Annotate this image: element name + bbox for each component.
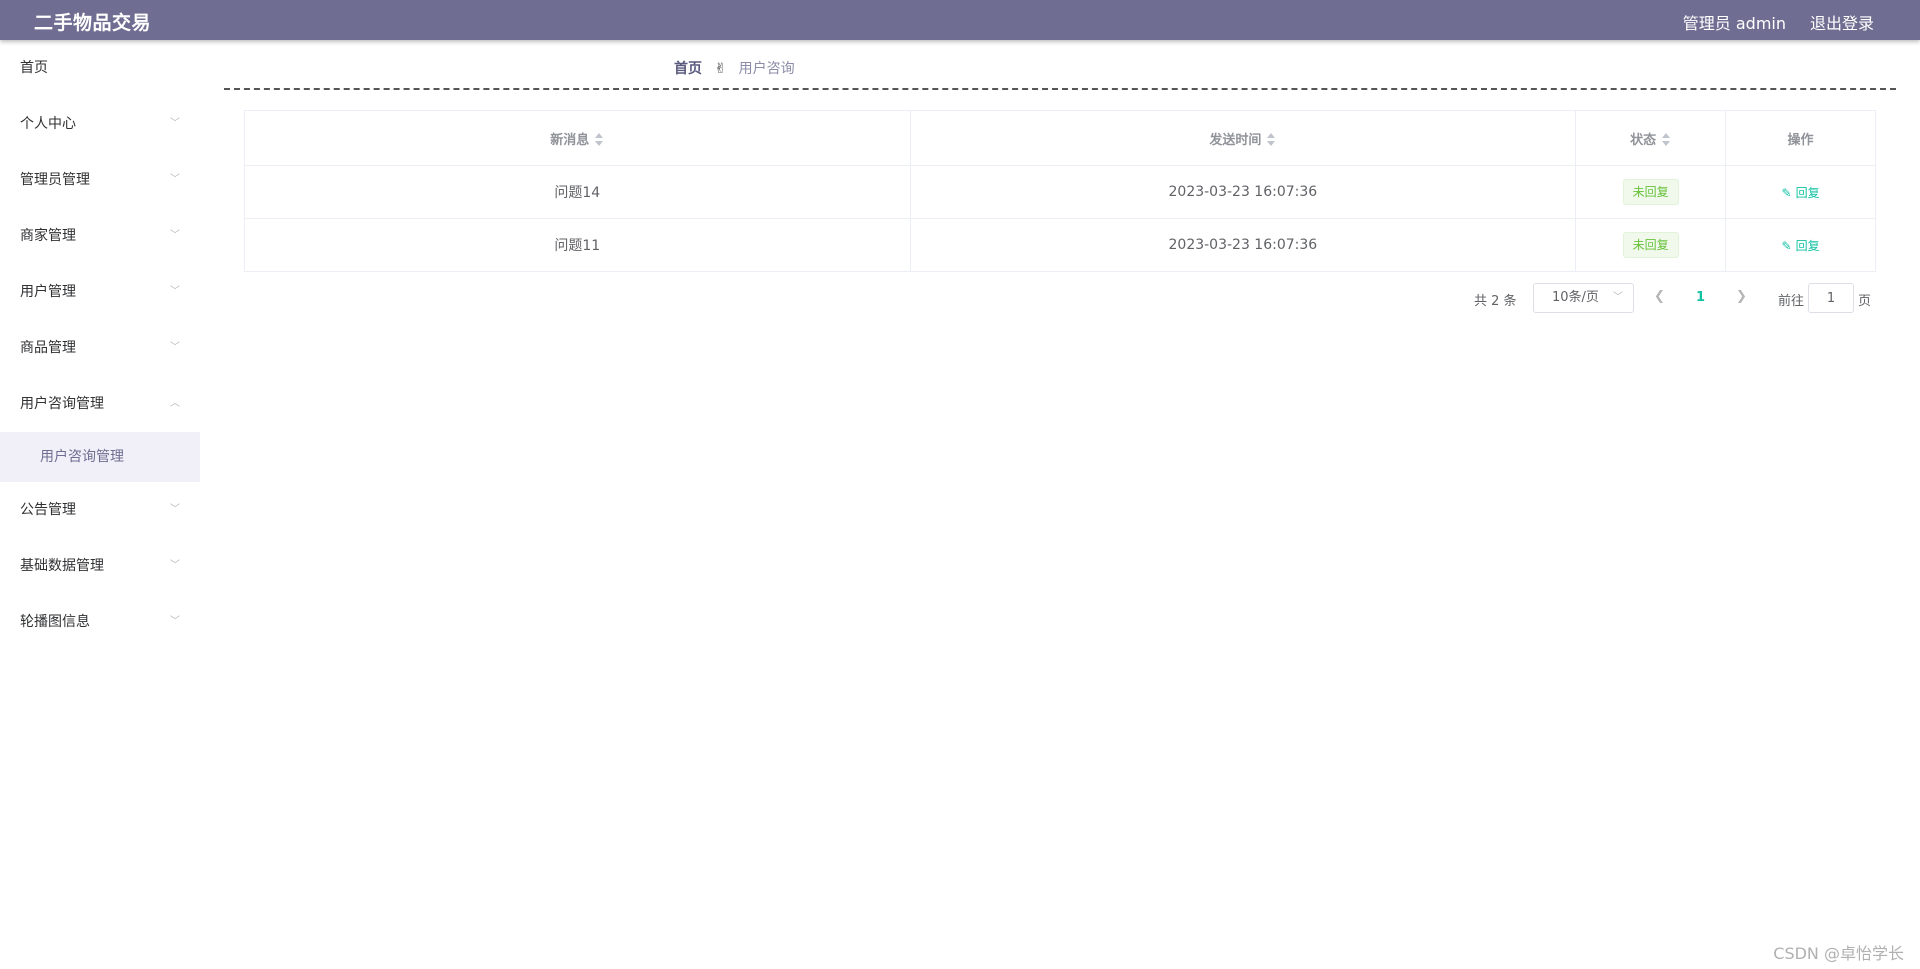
sidebar-item-label: 商家管理 [20,228,76,244]
sidebar-item-label: 首页 [20,60,48,76]
sidebar-item-label: 商品管理 [20,340,76,356]
goto-page-input[interactable] [1808,283,1854,313]
breadcrumb-current: 用户咨询 [738,61,795,77]
sidebar-item-label: 轮播图信息 [20,614,90,630]
sidebar-item-consultation-management[interactable]: 用户咨询管理 ︿ [0,376,200,432]
chevron-up-icon: ︿ [170,398,180,409]
sidebar-item-personal-center[interactable]: 个人中心 ﹀ [0,96,200,152]
sort-icon[interactable] [1266,133,1276,147]
cell-message: 问题14 [244,165,911,219]
consultation-table: 新消息 发送时间 状态 操作 问题14 2023-03-23 16:07:36 … [244,110,1876,272]
sort-icon[interactable] [594,133,604,147]
page-size-select[interactable]: 10条/页 ﹀ [1533,283,1634,313]
column-header-action: 操作 [1725,110,1876,166]
sidebar-item-notice-management[interactable]: 公告管理 ﹀ [0,482,200,538]
breadcrumb-home[interactable]: 首页 [674,61,702,77]
chevron-down-icon: ﹀ [170,504,180,515]
sidebar-item-label: 用户管理 [20,284,76,300]
chevron-down-icon: ﹀ [1613,292,1623,303]
cell-message: 问题11 [244,218,911,272]
table-row: 问题11 2023-03-23 16:07:36 未回复 ✎ 回复 [244,218,1876,272]
cell-action: ✎ 回复 [1725,165,1876,219]
sidebar-item-basic-data-management[interactable]: 基础数据管理 ﹀ [0,538,200,594]
column-header-message[interactable]: 新消息 [244,110,911,166]
pagination-total: 共 2 条 [1474,294,1517,309]
sidebar: 首页 个人中心 ﹀ 管理员管理 ﹀ 商家管理 ﹀ 用户管理 ﹀ 商品管理 ﹀ 用… [0,40,200,969]
watermark: CSDN @卓怡学长 [1773,944,1904,963]
edit-icon: ✎ [1781,185,1792,200]
next-page-button[interactable]: ❯ [1736,289,1747,304]
chevron-down-icon: ﹀ [170,616,180,627]
sidebar-item-label: 个人中心 [20,116,76,132]
table-row: 问题14 2023-03-23 16:07:36 未回复 ✎ 回复 [244,165,1876,219]
chevron-down-icon: ﹀ [170,342,180,353]
chevron-down-icon: ﹀ [170,174,180,185]
sort-icon[interactable] [1661,133,1671,147]
sidebar-item-merchant-management[interactable]: 商家管理 ﹀ [0,208,200,264]
cell-time: 2023-03-23 16:07:36 [909,165,1577,219]
sidebar-item-carousel-info[interactable]: 轮播图信息 ﹀ [0,594,200,650]
prev-page-button[interactable]: ❮ [1654,289,1665,304]
chevron-down-icon: ﹀ [170,286,180,297]
victory-hand-icon: ✌ [714,61,727,77]
dashed-divider [224,88,1896,90]
sidebar-item-label: 公告管理 [20,502,76,518]
column-header-status[interactable]: 状态 [1575,110,1727,166]
sidebar-item-user-management[interactable]: 用户管理 ﹀ [0,264,200,320]
chevron-down-icon: ﹀ [170,118,180,129]
top-header: 二手物品交易 管理员 admin 退出登录 [0,0,1920,40]
page-number-button[interactable]: 1 [1696,290,1705,305]
edit-icon: ✎ [1781,238,1792,253]
logout-link[interactable]: 退出登录 [1810,10,1874,34]
sidebar-item-product-management[interactable]: 商品管理 ﹀ [0,320,200,376]
table-header-row: 新消息 发送时间 状态 操作 [244,110,1876,166]
status-badge: 未回复 [1622,179,1679,205]
cell-time: 2023-03-23 16:07:36 [909,218,1577,272]
sidebar-item-label: 基础数据管理 [20,558,104,574]
sidebar-item-label: 管理员管理 [20,172,90,188]
cell-status: 未回复 [1575,165,1727,219]
sidebar-item-label: 用户咨询管理 [20,396,104,412]
column-header-time[interactable]: 发送时间 [909,110,1577,166]
cell-action: ✎ 回复 [1725,218,1876,272]
reply-button[interactable]: ✎ 回复 [1782,186,1820,200]
breadcrumb: 首页 ✌ 用户咨询 [674,58,795,78]
reply-button[interactable]: ✎ 回复 [1782,239,1820,253]
goto-label: 前往 [1778,294,1805,309]
app-title: 二手物品交易 [34,12,152,34]
submenu-item-consultation-management[interactable]: 用户咨询管理 [0,432,200,482]
status-badge: 未回复 [1622,232,1679,258]
sidebar-item-home[interactable]: 首页 [0,40,200,96]
chevron-down-icon: ﹀ [170,560,180,571]
sidebar-item-admin-management[interactable]: 管理员管理 ﹀ [0,152,200,208]
cell-status: 未回复 [1575,218,1727,272]
submenu-item-label: 用户咨询管理 [40,449,124,465]
current-user: 管理员 admin [1682,14,1786,33]
page-unit-label: 页 [1858,294,1872,309]
chevron-down-icon: ﹀ [170,230,180,241]
